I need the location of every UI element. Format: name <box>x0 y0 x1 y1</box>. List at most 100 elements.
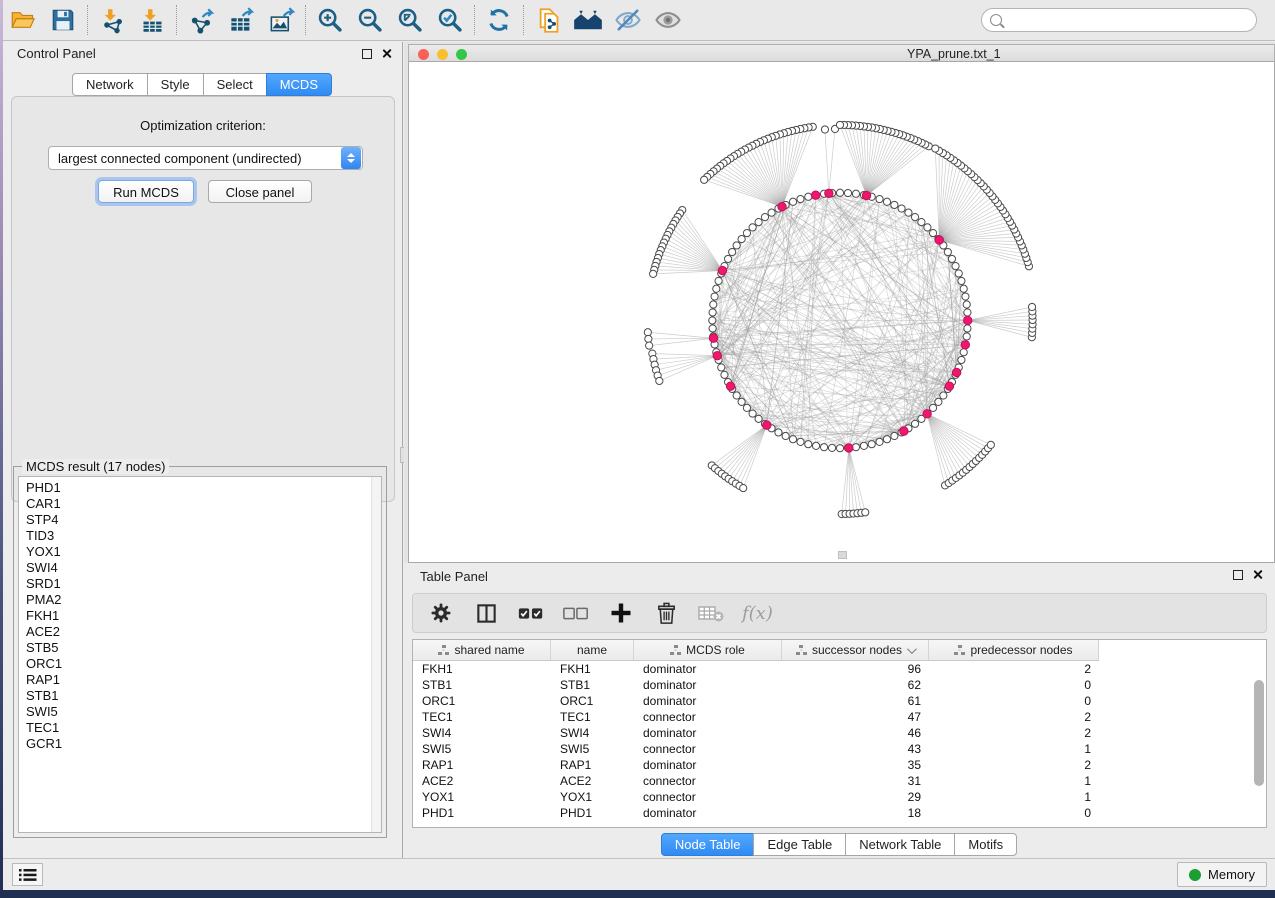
table-tab[interactable]: Network Table <box>845 833 955 856</box>
control-panel-tab[interactable]: Network <box>72 73 148 96</box>
column-header[interactable]: MCDS role <box>634 640 782 660</box>
import-network-button[interactable] <box>92 3 132 37</box>
export-table-button[interactable] <box>221 3 261 37</box>
hide-selected-button[interactable] <box>608 3 648 37</box>
table-row[interactable]: TEC1 TEC1 connector 47 2 <box>413 709 1266 725</box>
criterion-value: largest connected component (undirected) <box>49 151 341 166</box>
network-search[interactable] <box>981 8 1257 32</box>
mcds-result-item[interactable]: TID3 <box>26 528 369 544</box>
table-tab[interactable]: Node Table <box>661 833 755 856</box>
refresh-view-button[interactable] <box>479 3 519 37</box>
memory-button[interactable]: Memory <box>1177 862 1267 887</box>
import-table-button[interactable] <box>132 3 172 37</box>
save-session-button[interactable] <box>43 3 83 37</box>
close-panel-button[interactable]: Close panel <box>208 180 312 203</box>
column-header[interactable]: name <box>551 640 634 660</box>
export-image-button[interactable] <box>261 3 301 37</box>
select-stepper-icon <box>341 147 361 169</box>
zoom-in-icon <box>316 6 344 34</box>
close-table-panel-icon[interactable] <box>1252 569 1263 580</box>
table-tab[interactable]: Edge Table <box>753 833 846 856</box>
zoom-in-button[interactable] <box>310 3 350 37</box>
zoom-fit-button[interactable] <box>390 3 430 37</box>
delete-table-button[interactable] <box>697 599 725 627</box>
criterion-label: Optimization criterion: <box>12 118 394 133</box>
result-scrollbar[interactable] <box>371 477 381 832</box>
table-row[interactable]: SWI4 SWI4 dominator 46 2 <box>413 725 1266 741</box>
deselect-all-columns-button[interactable] <box>562 599 590 627</box>
column-header[interactable]: shared name <box>413 640 551 660</box>
mcds-result-item[interactable]: SRD1 <box>26 576 369 592</box>
open-file-button[interactable] <box>3 3 43 37</box>
search-input[interactable] <box>1008 13 1248 27</box>
table-row[interactable]: SWI5 SWI5 connector 43 1 <box>413 741 1266 757</box>
duplicate-network-button[interactable] <box>528 3 568 37</box>
mcds-result-item[interactable]: STB1 <box>26 688 369 704</box>
criterion-select[interactable]: largest connected component (undirected) <box>48 146 363 170</box>
mcds-result-title: MCDS result (17 nodes) <box>22 459 169 474</box>
mcds-result-item[interactable]: GCR1 <box>26 736 369 752</box>
table-row[interactable]: STB1 STB1 dominator 62 0 <box>413 677 1266 693</box>
column-header[interactable]: predecessor nodes <box>929 640 1099 660</box>
table-row[interactable]: YOX1 YOX1 connector 29 1 <box>413 789 1266 805</box>
float-panel-icon[interactable] <box>362 49 372 59</box>
float-table-panel-icon[interactable] <box>1233 570 1243 580</box>
mcds-result-item[interactable]: PMA2 <box>26 592 369 608</box>
mcds-result-item[interactable]: TEC1 <box>26 720 369 736</box>
mcds-result-item[interactable]: SWI5 <box>26 704 369 720</box>
search-icon <box>990 14 1002 26</box>
mcds-result-item[interactable]: PHD1 <box>26 480 369 496</box>
select-all-columns-button[interactable] <box>517 599 545 627</box>
table-scrollbar-thumb[interactable] <box>1254 680 1264 786</box>
control-panel-tab[interactable]: Style <box>147 73 204 96</box>
cell-shared-name: SWI4 <box>413 726 551 740</box>
table-row[interactable]: ACE2 ACE2 connector 31 1 <box>413 773 1266 789</box>
cell-successor-nodes: 35 <box>782 758 929 772</box>
network-canvas[interactable] <box>408 62 1275 563</box>
cell-predecessor-nodes: 2 <box>929 710 1099 724</box>
control-panel-tab[interactable]: Select <box>203 73 267 96</box>
function-builder-button[interactable]: f(x) <box>742 603 773 624</box>
add-column-button[interactable] <box>607 599 635 627</box>
table-scrollbar[interactable] <box>1254 664 1264 823</box>
mcds-result-item[interactable]: SWI4 <box>26 560 369 576</box>
network-graph[interactable] <box>409 62 1274 562</box>
mcds-result-item[interactable]: RAP1 <box>26 672 369 688</box>
mcds-result-item[interactable]: YOX1 <box>26 544 369 560</box>
zoom-fit-icon <box>396 6 424 34</box>
cell-name: PHD1 <box>551 806 634 820</box>
task-history-button[interactable] <box>12 863 43 886</box>
table-row[interactable]: RAP1 RAP1 dominator 35 2 <box>413 757 1266 773</box>
column-header[interactable]: successor nodes <box>782 640 929 660</box>
table-row[interactable]: FKH1 FKH1 dominator 96 2 <box>413 661 1266 677</box>
minimize-window-icon[interactable] <box>437 49 448 60</box>
table-row[interactable]: PHD1 PHD1 dominator 18 0 <box>413 805 1266 821</box>
sort-menu-icon[interactable] <box>907 644 917 654</box>
table-row[interactable]: ORC1 ORC1 dominator 61 0 <box>413 693 1266 709</box>
workspace: YPA_prune.txt_1 Table Panel <box>404 42 1275 858</box>
show-all-button[interactable] <box>648 3 688 37</box>
mcds-result-item[interactable]: STP4 <box>26 512 369 528</box>
first-neighbors-button[interactable] <box>568 3 608 37</box>
network-window-titlebar[interactable]: YPA_prune.txt_1 <box>408 44 1275 62</box>
split-panel-button[interactable] <box>472 599 500 627</box>
mcds-result-item[interactable]: CAR1 <box>26 496 369 512</box>
export-network-button[interactable] <box>181 3 221 37</box>
close-panel-icon[interactable] <box>381 48 392 59</box>
run-mcds-button[interactable]: Run MCDS <box>98 180 194 203</box>
table-tab[interactable]: Motifs <box>954 833 1017 856</box>
table-settings-button[interactable] <box>427 599 455 627</box>
zoom-selected-button[interactable] <box>430 3 470 37</box>
column-label: name <box>577 643 607 657</box>
plus-icon <box>609 601 633 625</box>
mcds-result-item[interactable]: ORC1 <box>26 656 369 672</box>
mcds-result-item[interactable]: ACE2 <box>26 624 369 640</box>
close-window-icon[interactable] <box>418 49 429 60</box>
canvas-grip[interactable] <box>838 551 847 559</box>
zoom-out-button[interactable] <box>350 3 390 37</box>
mcds-result-item[interactable]: FKH1 <box>26 608 369 624</box>
control-panel-tab[interactable]: MCDS <box>266 73 332 96</box>
mcds-result-item[interactable]: STB5 <box>26 640 369 656</box>
maximize-window-icon[interactable] <box>456 49 467 60</box>
delete-column-button[interactable] <box>652 599 680 627</box>
